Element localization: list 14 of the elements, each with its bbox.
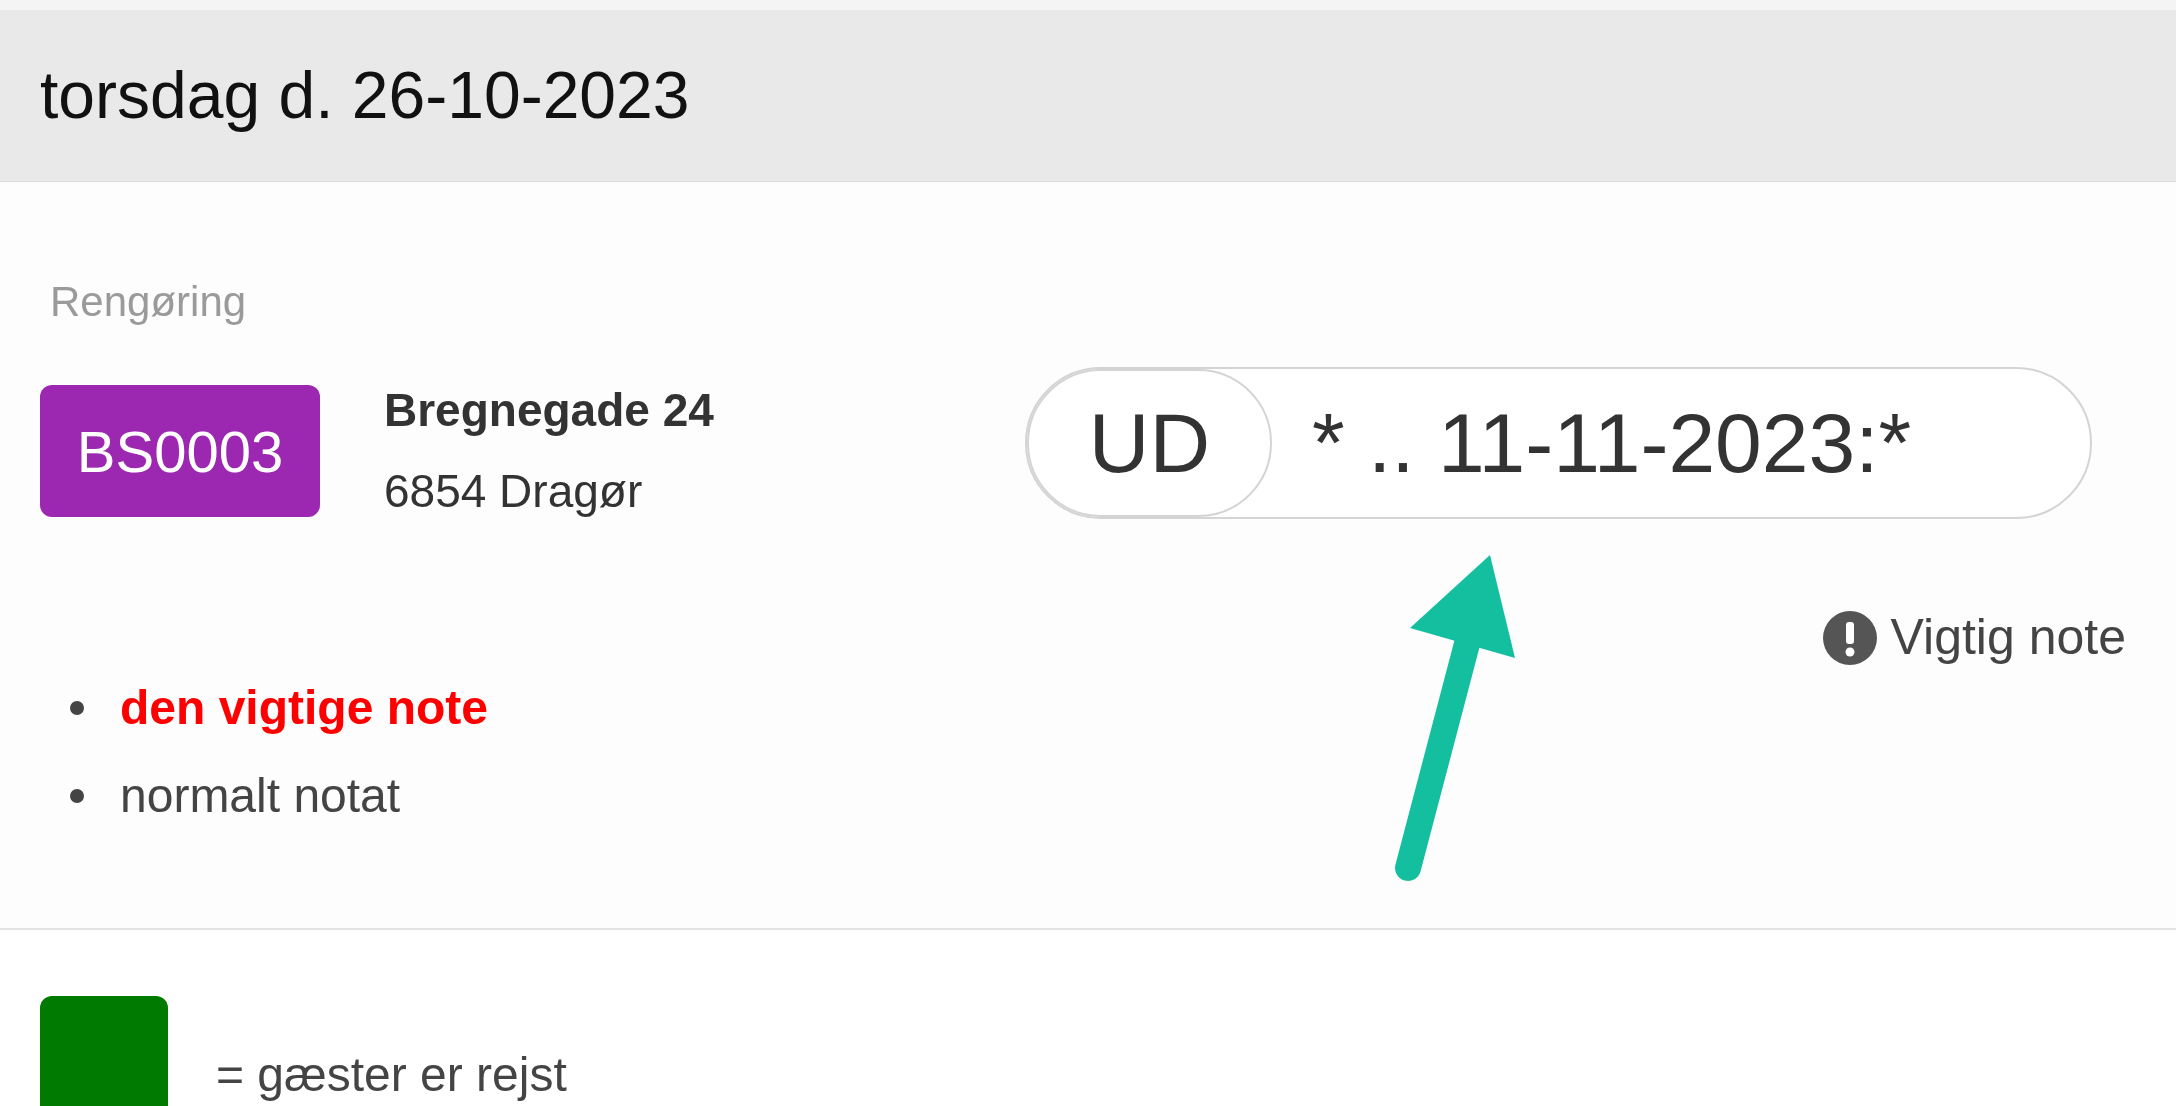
- bullet-icon: [70, 789, 84, 803]
- city-address: 6854 Dragør: [384, 464, 644, 519]
- status-label: UD: [1027, 369, 1272, 517]
- bullet-icon: [70, 701, 84, 715]
- street-address: Bregnegade 24: [384, 383, 714, 438]
- status-text: * .. 11-11-2023:*: [1312, 395, 1912, 492]
- booking-code: BS0003: [40, 385, 320, 517]
- exclamation-icon: [1822, 610, 1877, 665]
- legend-text: = gæster er rejst: [216, 1047, 567, 1103]
- important-note-label: Vigtig note: [1890, 608, 2126, 667]
- note-text: normalt notat: [120, 768, 401, 824]
- date-header: torsdag d. 26-10-2023: [0, 10, 2176, 182]
- note-text: den vigtige note: [120, 680, 488, 736]
- category-label: Rengøring: [50, 277, 247, 327]
